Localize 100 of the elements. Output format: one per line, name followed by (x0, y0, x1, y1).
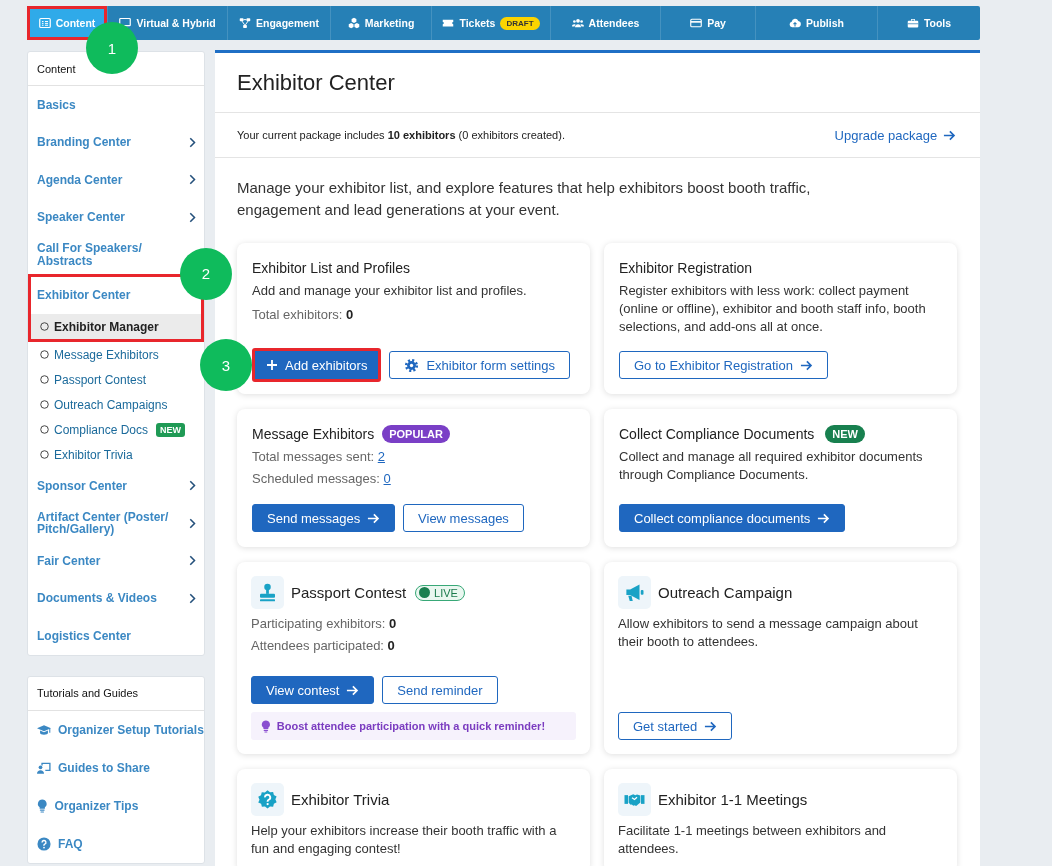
settings-icon (404, 357, 420, 373)
guide-link[interactable]: Organizer Tips (28, 786, 204, 825)
action-button[interactable]: Collect compliance documents (619, 504, 846, 532)
stat-text: Participating exhibitors: 0 (251, 615, 398, 633)
arrow-right-icon (367, 512, 381, 524)
stamp-icon (251, 576, 284, 609)
step-tooltip: 2 (180, 247, 232, 300)
question-badge-icon (251, 783, 284, 816)
card-title: Exhibitor Trivia (291, 789, 390, 810)
action-button[interactable]: Exhibitor form settings (389, 351, 570, 379)
arrow-right-icon (346, 684, 360, 696)
stat-link[interactable]: 0 (383, 471, 391, 486)
handshake-icon (618, 783, 651, 816)
nav-tab[interactable]: Publish (756, 6, 877, 40)
arrow-right-icon (817, 512, 831, 524)
chevron-right-icon (189, 211, 196, 223)
step-tooltip: 3 (200, 339, 252, 391)
sidebar-item[interactable]: Logistics Center (28, 617, 204, 655)
nav-tab[interactable]: Engagement (228, 6, 330, 40)
list-icon (38, 17, 51, 29)
card-title: Passport Contest (291, 582, 407, 603)
plus-icon (266, 359, 278, 371)
sidebar-item[interactable]: Branding Center (28, 123, 204, 161)
help-icon (37, 836, 51, 851)
sidebar-subitem[interactable]: Exhibitor Manager (31, 314, 201, 339)
circle-bullet-icon (40, 350, 49, 359)
card-description: Help your exhibitors increase their booth traffic with a fun and engaging contest! (251, 822, 558, 858)
card-description: Allow exhibitors to send a message campaign about their booth to attendees. (618, 615, 919, 651)
new-badge: NEW (156, 422, 186, 437)
nav-tab[interactable]: Tickets DRAFT (432, 6, 550, 40)
credit-card-icon (690, 17, 703, 29)
toolbox-icon (906, 17, 919, 29)
action-button[interactable]: View messages (403, 504, 524, 532)
sidebar-item[interactable]: Agenda Center (28, 161, 204, 199)
stat-text: Total exhibitors: 0 (252, 306, 355, 324)
circle-bullet-icon (40, 450, 49, 459)
card-title: Exhibitor List and Profiles (252, 259, 410, 278)
draft-badge: DRAFT (500, 16, 540, 30)
card-description: Add and manage your exhibitor list and profiles. (252, 282, 528, 300)
chevron-right-icon (189, 517, 196, 529)
action-button[interactable]: Send messages (252, 504, 396, 532)
stat-link[interactable]: 2 (377, 449, 385, 464)
action-button[interactable]: View contest (251, 676, 375, 704)
sidebar-item[interactable]: Sponsor Center (28, 467, 204, 505)
presenter-icon (37, 760, 51, 775)
card-description: Collect and manage all required exhibitor documents through Compliance Documents. (619, 448, 924, 484)
ticket-icon (442, 17, 455, 29)
guide-link[interactable]: Guides to Share (28, 748, 204, 787)
card-title: Message Exhibitors (252, 425, 375, 444)
sidebar-item[interactable]: Basics (28, 86, 204, 124)
upgrade-link[interactable]: Upgrade package (834, 127, 956, 143)
card-title: Exhibitor Registration (619, 259, 753, 278)
arrow-right-icon (704, 720, 718, 732)
nav-tab[interactable]: Tools (878, 6, 980, 40)
action-button[interactable]: Get started (618, 712, 733, 740)
circle-bullet-icon (40, 322, 49, 331)
action-button[interactable]: Send reminder (382, 676, 498, 704)
nodes-icon (239, 17, 251, 29)
cloud-upload-icon (789, 17, 802, 29)
nav-tab[interactable]: Marketing (331, 6, 431, 40)
arrow-right-icon (799, 359, 813, 371)
status-dot-icon (419, 587, 431, 598)
nav-tab[interactable]: Content (27, 6, 107, 40)
chevron-right-icon (189, 592, 196, 604)
action-button[interactable]: Add exhibitors (252, 348, 382, 382)
sidebar-subitem[interactable]: Compliance Docs NEW (28, 417, 204, 442)
card-description: Register exhibitors with less work: collect payment (online or offline), exhibitor and booth staff info, booth selections, and add-ons all at once. (619, 282, 927, 336)
graduation-cap-icon (37, 722, 51, 737)
guide-link[interactable]: FAQ (28, 824, 204, 863)
guides-header: Tutorials and Guides (28, 676, 204, 711)
sidebar-item[interactable]: Speaker Center (28, 198, 204, 236)
nav-tab[interactable]: Virtual & Hybrid (108, 6, 227, 40)
monitor-icon (119, 17, 132, 29)
card-title: Outreach Campaign (658, 582, 793, 603)
cubes-icon (347, 17, 360, 29)
circle-bullet-icon (40, 425, 49, 434)
card-title: Exhibitor 1-1 Meetings (658, 789, 808, 810)
stat-text: Scheduled messages: 0 (252, 470, 392, 488)
users-icon (571, 17, 584, 29)
package-note: Your current package includes 10 exhibitors (0 exhibitors created). (237, 129, 565, 141)
card-description: Facilitate 1-1 meetings between exhibitors and attendees. (618, 822, 888, 858)
stat-text: Total messages sent: 2 (252, 448, 386, 466)
sidebar-item[interactable]: Fair Center (28, 542, 204, 580)
sidebar-item[interactable]: Artifact Center (Poster/ Pitch/Gallery) (28, 504, 204, 542)
chevron-right-icon (189, 174, 196, 186)
action-button[interactable]: Go to Exhibitor Registration (619, 351, 828, 379)
sidebar-subitem[interactable]: Outreach Campaigns (28, 392, 204, 417)
nav-tab[interactable]: Pay (661, 6, 755, 40)
sidebar-subitem[interactable]: Exhibitor Trivia (28, 442, 204, 467)
megaphone-icon (618, 576, 651, 609)
arrow-right-icon (943, 129, 956, 141)
guide-link[interactable]: Organizer Setup Tutorials (28, 710, 204, 749)
tip-text: Boost attendee participation with a quick reminder! (276, 720, 546, 732)
nav-tab[interactable]: Attendees (551, 6, 660, 40)
lightbulb-icon (37, 798, 48, 813)
circle-bullet-icon (40, 400, 49, 409)
card-title: Collect Compliance Documents (619, 425, 815, 444)
sidebar-item[interactable]: Documents & Videos (28, 579, 204, 617)
intro-text: Manage your exhibitor list, and explore features that help exhibitors boost booth traffic, engagement and lead generations at your event. (236, 178, 812, 220)
chevron-right-icon (189, 480, 196, 492)
